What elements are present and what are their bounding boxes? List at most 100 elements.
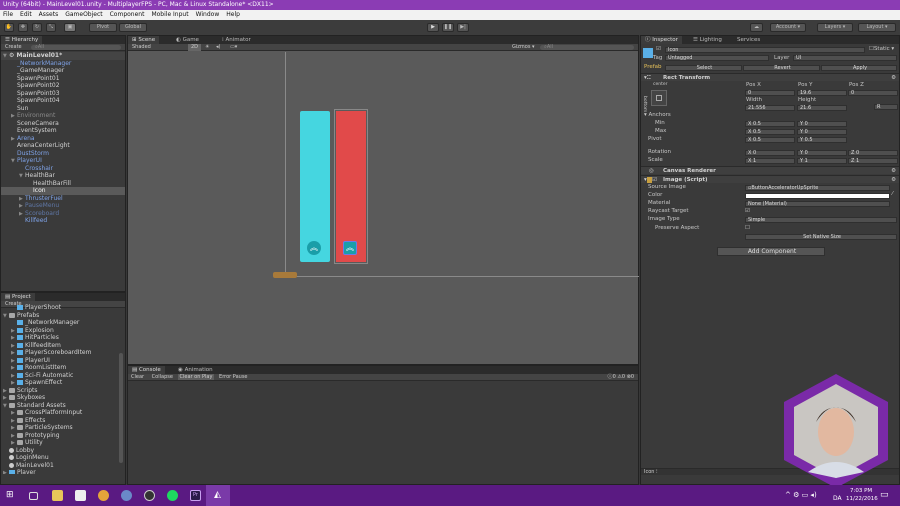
- menu-window[interactable]: Window: [196, 10, 220, 20]
- tray-icons[interactable]: ^ ⚙ ▭ ◂): [785, 491, 817, 499]
- tab-project[interactable]: ▤ Project: [1, 293, 35, 301]
- chrome-icon[interactable]: [98, 490, 109, 501]
- selected-icon-image[interactable]: ︽: [343, 241, 357, 255]
- anchor-presets-button[interactable]: [651, 90, 667, 106]
- project-item[interactable]: ▶ Sci-Fi Automatic: [1, 372, 125, 380]
- spotify-icon[interactable]: [167, 490, 178, 501]
- unity-taskbar-button[interactable]: ◭: [206, 485, 230, 506]
- clear-on-play-toggle[interactable]: Clear on Play: [177, 374, 215, 380]
- project-item[interactable]: ▶ ParticleSystems: [1, 424, 125, 432]
- hierarchy-item[interactable]: SpawnPoint02: [1, 82, 125, 90]
- hand-tool-icon[interactable]: ✋: [4, 23, 14, 32]
- windows-start-icon[interactable]: ⊞: [6, 490, 17, 501]
- project-item[interactable]: ▶ Prototyping: [1, 432, 125, 440]
- hierarchy-item[interactable]: Sun: [1, 105, 125, 113]
- project-item[interactable]: ▶ RoomListItem: [1, 364, 125, 372]
- hierarchy-item[interactable]: ▶ Arena: [1, 135, 125, 143]
- tab-console[interactable]: ▤ Console: [128, 366, 165, 374]
- raycast-target-checkbox[interactable]: ☑: [745, 208, 750, 214]
- shading-dropdown[interactable]: Shaded: [132, 44, 151, 50]
- rect-tool-icon[interactable]: ▣: [64, 23, 76, 32]
- object-name-field[interactable]: Icon: [665, 47, 865, 53]
- cloud-icon[interactable]: ☁: [750, 23, 763, 32]
- menu-help[interactable]: Help: [226, 10, 240, 20]
- hierarchy-item[interactable]: ▶ Scoreboard: [1, 210, 125, 218]
- prefab-select-button[interactable]: Select: [665, 65, 742, 71]
- project-item[interactable]: ▼ Prefabs: [1, 312, 125, 320]
- prefab-revert-button[interactable]: Revert: [743, 65, 820, 71]
- project-item[interactable]: ▶ Player: [1, 469, 125, 474]
- app-icon[interactable]: [121, 490, 132, 501]
- hierarchy-item[interactable]: EventSystem: [1, 127, 125, 135]
- scene-search-input[interactable]: ⌕All: [540, 45, 634, 50]
- anchor-max-y-field[interactable]: Y 0: [797, 129, 847, 135]
- project-item[interactable]: ▶ Explosion: [1, 327, 125, 335]
- menu-file[interactable]: File: [3, 10, 13, 20]
- tab-game[interactable]: ◐ Game: [172, 36, 203, 44]
- project-item[interactable]: ▼ Standard Assets: [1, 402, 125, 410]
- hierarchy-item[interactable]: HealthBarFill: [1, 180, 125, 188]
- active-checkbox[interactable]: ☑: [656, 46, 661, 52]
- project-item[interactable]: ▶ Utility: [1, 439, 125, 447]
- canvas-renderer-header[interactable]: ◎ Canvas Renderer ⚙: [641, 166, 899, 174]
- tab-scene[interactable]: ⊞ Scene: [128, 36, 160, 44]
- store-icon[interactable]: [75, 490, 86, 501]
- create-dropdown[interactable]: Create: [5, 44, 22, 50]
- set-native-size-button[interactable]: Set Native Size: [745, 234, 897, 240]
- menu-mobile-input[interactable]: Mobile Input: [151, 10, 188, 20]
- pos-x-field[interactable]: 0: [745, 90, 795, 96]
- task-view-icon[interactable]: [29, 492, 38, 500]
- hierarchy-search-input[interactable]: ⌕All: [31, 45, 121, 50]
- scale-x-field[interactable]: X 1: [745, 158, 795, 164]
- clock-date[interactable]: 11/22/2016: [846, 496, 878, 502]
- 2d-toggle[interactable]: 2D: [188, 44, 202, 51]
- project-item[interactable]: Lobby: [1, 447, 125, 455]
- rotate-tool-icon[interactable]: ↻: [32, 23, 42, 32]
- preserve-aspect-checkbox[interactable]: ☐: [745, 225, 750, 231]
- tab-animator[interactable]: ⁞ Animator: [218, 36, 255, 44]
- tab-inspector[interactable]: ⓘ Inspector: [641, 36, 682, 44]
- pause-button[interactable]: ❚❚: [442, 23, 454, 32]
- tab-services[interactable]: Services: [733, 36, 764, 44]
- menu-assets[interactable]: Assets: [39, 10, 59, 20]
- menu-edit[interactable]: Edit: [20, 10, 32, 20]
- anchors-foldout[interactable]: ▾ Anchors: [644, 112, 671, 118]
- material-field[interactable]: None (Material): [745, 201, 890, 207]
- hierarchy-item[interactable]: DustStorm: [1, 150, 125, 158]
- hierarchy-item[interactable]: ▶ ThrusterFuel: [1, 195, 125, 203]
- hierarchy-item[interactable]: SpawnPoint03: [1, 90, 125, 98]
- project-scrollbar[interactable]: [119, 353, 123, 463]
- file-explorer-icon[interactable]: [52, 490, 63, 501]
- hierarchy-item[interactable]: ▼ PlayerUI: [1, 157, 125, 165]
- project-item[interactable]: PlayerShoot: [1, 304, 125, 312]
- pivot-toggle[interactable]: Pivot: [89, 23, 117, 32]
- notifications-icon[interactable]: ▭: [880, 490, 889, 500]
- lighting-toggle-icon[interactable]: ☀: [205, 44, 209, 51]
- project-item[interactable]: ▶ HitParticles: [1, 334, 125, 342]
- audio-toggle-icon[interactable]: ◂): [216, 44, 220, 51]
- anchor-min-x-field[interactable]: X 0.5: [745, 121, 795, 127]
- pos-y-field[interactable]: 19.6: [797, 90, 847, 96]
- project-item[interactable]: ▶ PlayerScoreboardItem: [1, 349, 125, 357]
- pivot-y-field[interactable]: Y 0.5: [797, 137, 847, 143]
- tab-animation[interactable]: ◉ Animation: [174, 366, 217, 374]
- project-item[interactable]: ▶ PlayerUI: [1, 357, 125, 365]
- scale-y-field[interactable]: Y 1: [797, 158, 847, 164]
- project-item[interactable]: ▶ SpawnEffect: [1, 379, 125, 387]
- project-item[interactable]: ▶ KillfeedItem: [1, 342, 125, 350]
- scale-tool-icon[interactable]: ⤡: [46, 23, 56, 32]
- global-toggle[interactable]: Global: [119, 23, 147, 32]
- collapse-button[interactable]: Collapse: [152, 374, 173, 380]
- premiere-icon[interactable]: Pr: [190, 490, 201, 501]
- account-dropdown[interactable]: Account ▾: [770, 23, 806, 32]
- hierarchy-item[interactable]: ▼ HealthBar: [1, 172, 125, 180]
- gizmos-dropdown[interactable]: Gizmos ▾: [512, 44, 535, 51]
- hierarchy-item[interactable]: SpawnPoint01: [1, 75, 125, 83]
- project-item[interactable]: ▶ Scripts: [1, 387, 125, 395]
- layer-dropdown[interactable]: UI: [793, 55, 897, 61]
- source-image-field[interactable]: ▫ButtonAcceleratorUpSprite: [745, 185, 890, 191]
- scale-z-field[interactable]: Z 1: [848, 158, 898, 164]
- component-gear-icon[interactable]: ⚙: [891, 74, 896, 82]
- pivot-x-field[interactable]: X 0.5: [745, 137, 795, 143]
- move-tool-icon[interactable]: ✥: [18, 23, 28, 32]
